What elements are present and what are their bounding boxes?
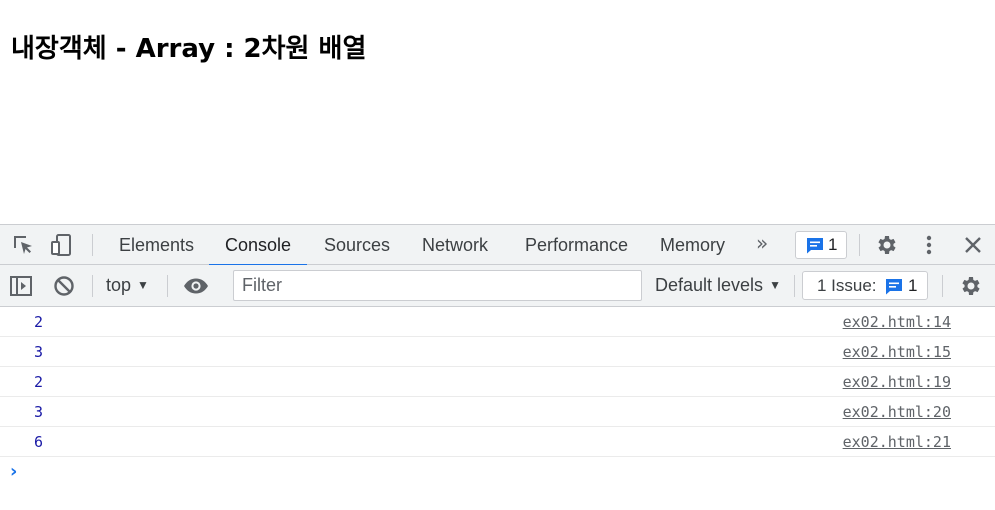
dropdown-arrow-icon: ▼	[137, 278, 149, 292]
issues-label: 1 Issue:	[817, 276, 877, 295]
devtools-tabbar: Elements Console Sources Network Perform…	[0, 224, 995, 266]
tab-console[interactable]: Console	[209, 225, 307, 266]
console-log-row: 3 ex02.html:20	[0, 397, 995, 427]
log-source-link[interactable]: ex02.html:15	[843, 343, 951, 361]
console-log-row: 2 ex02.html:14	[0, 307, 995, 337]
log-levels-selector[interactable]: Default levels ▼	[655, 275, 781, 296]
message-icon	[807, 238, 823, 254]
toolbar-divider	[859, 234, 860, 256]
device-toolbar-icon[interactable]	[49, 233, 73, 257]
log-levels-value: Default levels	[655, 275, 764, 295]
log-source-link[interactable]: ex02.html:20	[843, 403, 951, 421]
devtools-panel: Elements Console Sources Network Perform…	[0, 224, 995, 510]
console-log-row: 3 ex02.html:15	[0, 337, 995, 367]
page-heading: 내장객체 - Array : 2차원 배열	[11, 34, 367, 64]
show-sidebar-icon[interactable]	[9, 274, 33, 298]
log-source-link[interactable]: ex02.html:14	[843, 313, 951, 331]
toolbar-divider	[794, 275, 795, 297]
log-value: 3	[34, 343, 44, 361]
clear-console-icon[interactable]	[52, 274, 76, 298]
console-log-row: 2 ex02.html:19	[0, 367, 995, 397]
toolbar-divider	[167, 275, 168, 297]
console-settings-gear-icon[interactable]	[958, 274, 982, 298]
messages-badge-button[interactable]: 1	[795, 231, 847, 259]
inspect-element-icon[interactable]	[11, 233, 35, 257]
console-log-row: 6 ex02.html:21	[0, 427, 995, 457]
page-content: 내장객체 - Array : 2차원 배열	[0, 0, 995, 224]
context-value: top	[106, 275, 132, 295]
message-icon	[886, 279, 902, 295]
tab-memory[interactable]: Memory	[660, 225, 725, 264]
log-value: 2	[34, 313, 44, 331]
console-toolbar: top ▼ Default levels ▼ 1 Issue: 1	[0, 265, 995, 307]
context-selector[interactable]: top ▼	[106, 275, 149, 296]
log-value: 2	[34, 373, 44, 391]
log-source-link[interactable]: ex02.html:21	[843, 433, 951, 451]
messages-count: 1	[828, 235, 838, 254]
prompt-chevron-icon: ›	[10, 461, 18, 482]
log-source-link[interactable]: ex02.html:19	[843, 373, 951, 391]
toolbar-divider	[92, 234, 93, 256]
filter-input[interactable]	[233, 270, 642, 301]
more-options-icon[interactable]	[917, 233, 941, 257]
tab-performance[interactable]: Performance	[525, 225, 628, 264]
settings-gear-icon[interactable]	[874, 233, 898, 257]
log-value: 3	[34, 403, 44, 421]
tab-elements[interactable]: Elements	[119, 225, 194, 264]
tab-sources[interactable]: Sources	[324, 225, 390, 264]
log-value: 6	[34, 433, 44, 451]
toolbar-divider	[942, 275, 943, 297]
toolbar-divider	[92, 275, 93, 297]
close-icon[interactable]	[961, 233, 985, 257]
issues-count: 1	[908, 276, 918, 295]
issues-button[interactable]: 1 Issue: 1	[802, 271, 928, 300]
console-prompt[interactable]: ›	[0, 457, 995, 487]
tab-network[interactable]: Network	[422, 225, 488, 264]
dropdown-arrow-icon: ▼	[769, 278, 781, 292]
live-expression-eye-icon[interactable]	[183, 274, 208, 298]
more-tabs-icon[interactable]: »	[756, 231, 768, 255]
console-output: 2 ex02.html:14 3 ex02.html:15 2 ex02.htm…	[0, 307, 995, 487]
